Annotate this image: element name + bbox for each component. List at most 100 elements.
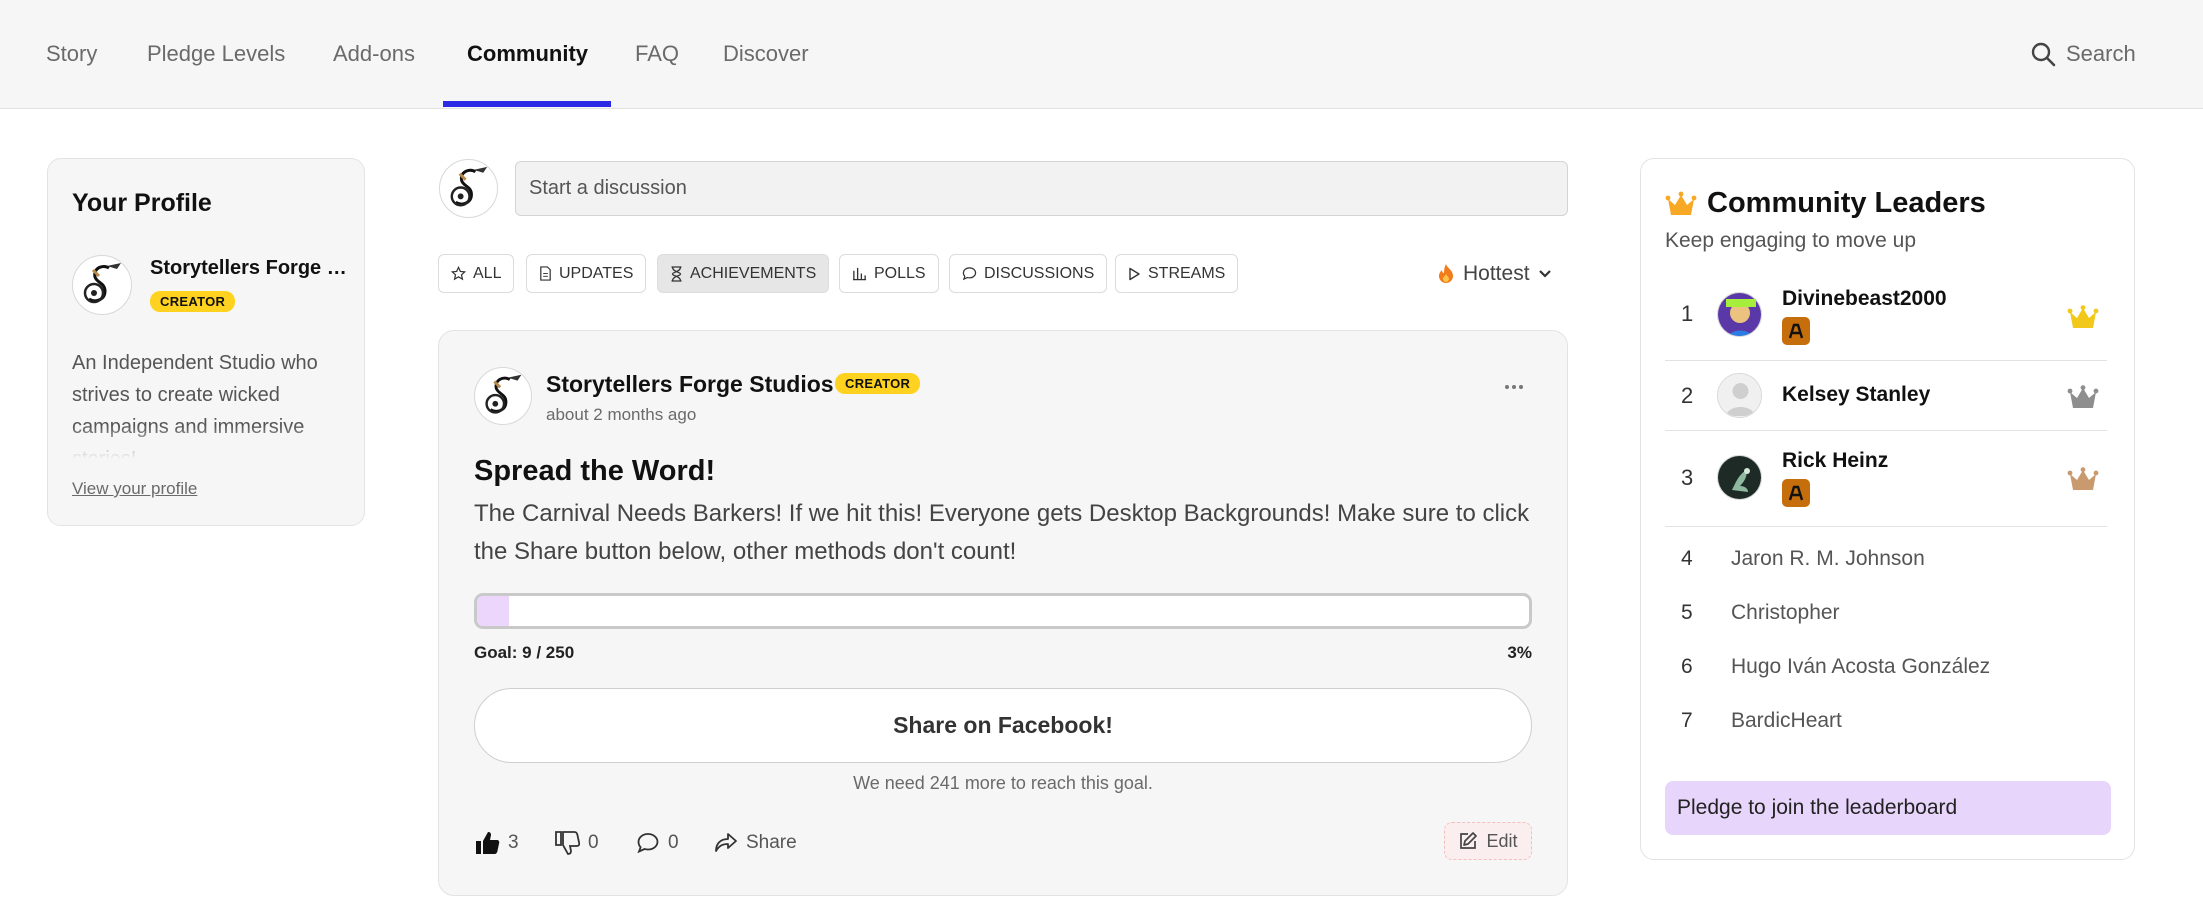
tab-pledge-levels[interactable]: Pledge Levels	[147, 0, 285, 108]
post-author-avatar[interactable]	[474, 367, 532, 425]
flame-icon	[1437, 263, 1455, 285]
like-button[interactable]: 3	[474, 826, 519, 860]
profile-card-title: Your Profile	[72, 189, 212, 217]
avatar	[1717, 373, 1762, 418]
leader-row[interactable]: 1 Divinebeast2000	[1665, 279, 2107, 361]
chevron-down-icon	[1538, 269, 1552, 279]
more-options-icon[interactable]	[1499, 375, 1529, 399]
filter-updates-label: UPDATES	[559, 264, 634, 282]
search-button[interactable]: Search	[2030, 38, 2136, 70]
join-leaderboard-button[interactable]: Pledge to join the leaderboard	[1665, 781, 2111, 835]
crown-icon	[1665, 191, 1697, 217]
share-icon	[714, 832, 738, 854]
leaders-title: Community Leaders	[1707, 187, 1986, 219]
tab-discover[interactable]: Discover	[723, 0, 809, 108]
start-discussion-input[interactable]	[515, 161, 1568, 216]
filter-streams[interactable]: STREAMS	[1115, 254, 1239, 293]
leader-row[interactable]: 4 Jaron R. M. Johnson	[1665, 541, 2107, 581]
dislike-button[interactable]: 0	[554, 826, 599, 860]
post-author-name[interactable]: Storytellers Forge Studios	[546, 371, 834, 398]
filter-updates[interactable]: UPDATES	[526, 254, 647, 293]
filter-polls-label: POLLS	[874, 264, 926, 282]
profile-avatar[interactable]	[72, 255, 132, 315]
thumbs-down-icon	[554, 830, 580, 856]
leader-row[interactable]: 3 Rick Heinz	[1665, 431, 2107, 527]
share-button[interactable]: Share	[714, 826, 797, 860]
post-creator-badge: CREATOR	[835, 373, 921, 394]
comment-icon	[636, 831, 660, 855]
share-on-facebook-button[interactable]: Share on Facebook!	[474, 688, 1532, 763]
filter-polls[interactable]: POLLS	[839, 254, 939, 293]
avatar	[1717, 292, 1762, 337]
leader-rank: 3	[1681, 465, 1694, 490]
pencil-icon	[1458, 831, 1478, 851]
filter-all-label: ALL	[473, 264, 502, 282]
filter-discussions-label: DISCUSSIONS	[984, 264, 1095, 282]
composer-avatar	[439, 159, 498, 218]
leaders-subtitle: Keep engaging to move up	[1665, 229, 1917, 252]
hourglass-icon	[670, 265, 683, 282]
goal-remaining-text: We need 241 more to reach this goal.	[853, 773, 1153, 793]
goal-count: Goal: 9 / 250	[474, 643, 575, 662]
filter-achievements[interactable]: ACHIEVEMENTS	[657, 254, 830, 293]
active-tab-indicator	[443, 101, 611, 107]
leader-rank: 1	[1681, 301, 1694, 326]
tab-add-ons[interactable]: Add-ons	[333, 0, 415, 108]
search-label: Search	[2066, 41, 2136, 66]
dislike-count: 0	[588, 832, 599, 853]
share-label: Share	[746, 832, 797, 853]
leader-name: Hugo Iván Acosta González	[1731, 655, 1991, 678]
leaders-header: Community Leaders	[1665, 187, 1986, 220]
community-leaders-card: Community Leaders Keep engaging to move …	[1640, 158, 2135, 860]
leader-name: Rick Heinz	[1782, 449, 1889, 472]
leader-row[interactable]: 6 Hugo Iván Acosta González	[1665, 649, 2107, 689]
tier-badge-icon	[1782, 479, 1810, 507]
play-icon	[1128, 267, 1141, 281]
search-icon	[2030, 41, 2056, 67]
sort-label: Hottest	[1463, 262, 1530, 285]
speech-bubble-icon	[962, 266, 977, 281]
silver-crown-icon	[2067, 385, 2099, 409]
comment-button[interactable]: 0	[636, 826, 679, 860]
edit-label: Edit	[1486, 830, 1518, 851]
view-profile-link[interactable]: View your profile	[72, 479, 197, 499]
comment-count: 0	[668, 832, 679, 853]
tab-faq[interactable]: FAQ	[635, 0, 679, 108]
avatar	[1717, 455, 1762, 500]
goal-percent: 3%	[1507, 643, 1532, 662]
filter-all[interactable]: ALL	[438, 254, 515, 293]
leader-rank: 4	[1681, 547, 1693, 570]
profile-card: Your Profile Storytellers Forge Studios …	[47, 158, 365, 526]
leader-rank: 7	[1681, 709, 1693, 732]
tab-community[interactable]: Community	[467, 0, 588, 108]
bronze-crown-icon	[2067, 467, 2099, 491]
creator-badge: CREATOR	[150, 291, 236, 312]
gold-crown-icon	[2067, 305, 2099, 329]
edit-button[interactable]: Edit	[1444, 822, 1532, 860]
top-nav: Story Pledge Levels Add-ons Community FA…	[0, 0, 2203, 109]
leader-rank: 6	[1681, 655, 1693, 678]
filter-achievements-label: ACHIEVEMENTS	[690, 264, 817, 282]
bar-chart-icon	[852, 266, 867, 281]
goal-progress-bar	[474, 593, 1532, 629]
star-icon	[451, 266, 466, 281]
leader-row[interactable]: 2 Kelsey Stanley	[1665, 361, 2107, 431]
document-icon	[539, 266, 552, 281]
leader-name: Kelsey Stanley	[1782, 383, 1931, 406]
profile-bio: An Independent Studio who strives to cre…	[72, 352, 318, 459]
post-timestamp: about 2 months ago	[546, 405, 697, 424]
leader-rank: 5	[1681, 601, 1693, 624]
thumbs-up-icon	[474, 830, 500, 856]
leader-rank: 2	[1681, 383, 1694, 408]
leader-row[interactable]: 7 BardicHeart	[1665, 703, 2107, 743]
goal-progress-fill	[477, 596, 509, 626]
post-body: The Carnival Needs Barkers! If we hit th…	[474, 500, 1530, 565]
tab-story[interactable]: Story	[46, 0, 97, 108]
profile-name: Storytellers Forge Studios	[150, 257, 350, 279]
leader-name: Divinebeast2000	[1782, 287, 1947, 310]
tier-badge-icon	[1782, 317, 1810, 345]
filter-discussions[interactable]: DISCUSSIONS	[949, 254, 1108, 293]
leader-row[interactable]: 5 Christopher	[1665, 595, 2107, 635]
filter-streams-label: STREAMS	[1148, 264, 1226, 282]
sort-dropdown[interactable]: Hottest	[1437, 258, 1552, 290]
